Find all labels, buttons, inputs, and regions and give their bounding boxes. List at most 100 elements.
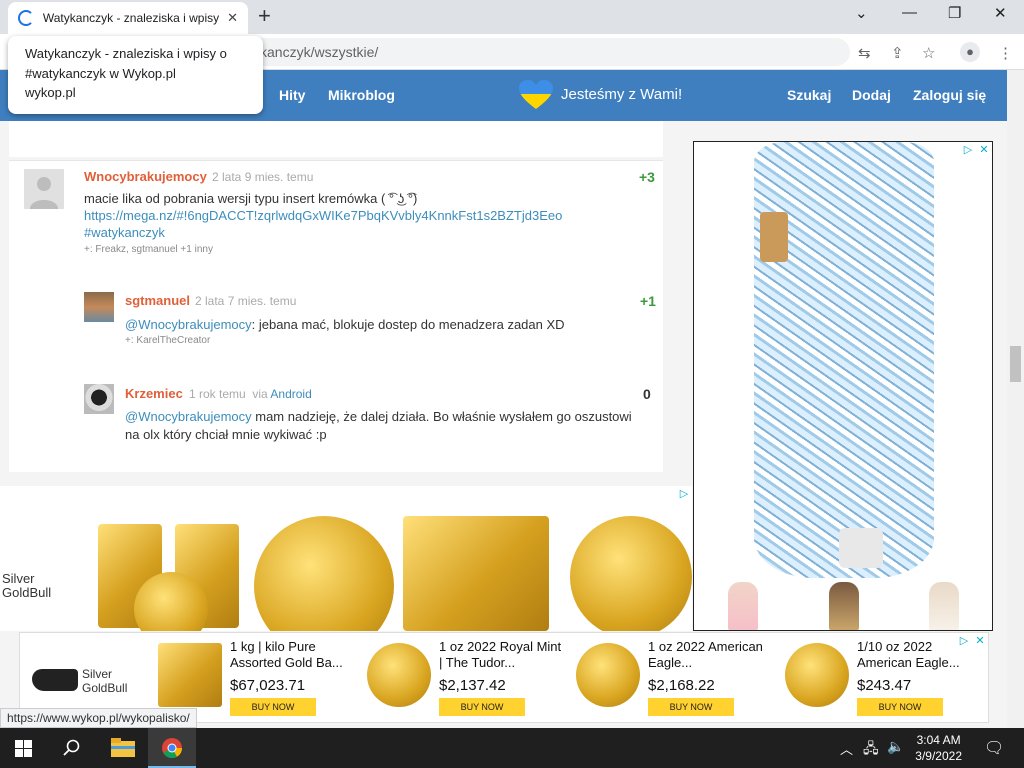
status-bar-url: https://www.wykop.pl/wykopalisko/	[0, 708, 197, 728]
comment-score[interactable]: +1	[640, 293, 656, 309]
product-price: $2,168.22	[648, 677, 715, 694]
nav-dodaj[interactable]: Dodaj	[852, 87, 891, 103]
scrollbar-thumb[interactable]	[1010, 346, 1021, 382]
new-tab-button[interactable]: +	[258, 5, 271, 27]
ad-product[interactable]: 1/10 oz 2022 American Eagle... $243.47 B…	[785, 639, 985, 719]
previous-entry-card	[9, 121, 663, 157]
silver-gold-bull-logo: Silver GoldBull	[2, 571, 52, 600]
buy-now-button[interactable]: BUY NOW	[857, 698, 943, 716]
product-price: $67,023.71	[230, 677, 306, 694]
notifications-icon[interactable]: 🗨	[984, 738, 1004, 758]
gold-banner-ad[interactable]: Silver GoldBull ▷	[0, 486, 692, 631]
minimize-button[interactable]: —	[902, 4, 917, 21]
hover-card-title: Watykanczyk - znaleziska i wpisy o #waty…	[25, 46, 227, 81]
browser-tab[interactable]: Watykanczyk - znaleziska i wpisy ✕	[8, 2, 248, 34]
search-icon[interactable]	[63, 739, 81, 757]
comment-voters[interactable]: +: KarelTheCreator	[125, 335, 210, 346]
comment-time[interactable]: 2 lata 7 mies. temu	[195, 294, 296, 308]
buy-now-button[interactable]: BUY NOW	[439, 698, 525, 716]
entry-card: Wnocybrakujemocy 2 lata 9 mies. temu +3 …	[9, 160, 663, 472]
windows-taskbar: ︿ 🖧 🔈 3:04 AM 3/9/2022 🗨	[0, 728, 1024, 768]
dress-side-ad[interactable]: ▷ ✕	[693, 141, 993, 631]
tab-title: Watykanczyk - znaleziska i wpisy	[42, 11, 220, 25]
comment-time[interactable]: 1 rok temu	[189, 387, 246, 401]
gold-bars-image	[158, 643, 222, 707]
menu-kebab-icon[interactable]: ⋮	[998, 44, 1013, 62]
ad-product[interactable]: 1 kg | kilo Pure Assorted Gold Ba... $67…	[158, 639, 358, 719]
translate-icon[interactable]: ⇆	[858, 44, 871, 62]
comment-text-line2: na olx który chciał mnie wykiwać :p	[125, 427, 327, 442]
adchoices-icon[interactable]: ▷	[958, 635, 970, 647]
tray-chevron-icon[interactable]: ︿	[840, 739, 853, 758]
entry-author[interactable]: Wnocybrakujemocy	[84, 169, 207, 184]
windows-start-icon[interactable]	[15, 740, 32, 757]
tab-strip: Watykanczyk - znaleziska i wpisy ✕ + ⌄ —…	[0, 0, 1024, 34]
tag-link[interactable]: #watykanczyk	[84, 224, 165, 241]
ad-product[interactable]: 1 oz 2022 American Eagle... $2,168.22 BU…	[576, 639, 776, 719]
via-label: via	[252, 387, 268, 401]
tab-hover-card: Watykanczyk - znaleziska i wpisy o #waty…	[8, 36, 263, 114]
model-thumbnail[interactable]	[929, 582, 959, 630]
comment-author[interactable]: sgtmanuel	[125, 293, 190, 308]
entry-score[interactable]: +3	[639, 169, 655, 185]
tab-search-chevron-icon[interactable]: ⌄	[855, 4, 868, 22]
network-icon[interactable]: 🖧	[863, 738, 879, 762]
taskbar-clock[interactable]: 3:04 AM 3/9/2022	[915, 732, 962, 764]
adchoices-icon[interactable]: ▷	[678, 488, 690, 500]
helvetia-gold-coin-image	[570, 516, 692, 631]
share-icon[interactable]: ⇪	[891, 44, 904, 62]
chrome-taskbar-button[interactable]	[148, 728, 196, 768]
nav-hity[interactable]: Hity	[279, 87, 305, 103]
hover-card-url: wykop.pl	[25, 85, 76, 100]
entry-text: macie lika od pobrania wersji typu inser…	[84, 191, 418, 206]
avatar[interactable]	[24, 169, 64, 209]
model-thumbnail[interactable]	[728, 582, 758, 630]
vertical-scrollbar[interactable]	[1007, 70, 1024, 728]
avatar[interactable]	[84, 384, 114, 414]
comment-text: mam nadzieję, że dalej działa. Bo właśni…	[251, 409, 632, 424]
restore-button[interactable]: ❐	[948, 4, 961, 22]
buy-now-button[interactable]: BUY NOW	[648, 698, 734, 716]
entry-time[interactable]: 2 lata 9 mies. temu	[212, 170, 313, 184]
buy-now-button[interactable]: BUY NOW	[230, 698, 316, 716]
loading-spinner-icon	[18, 10, 34, 26]
nav-mikroblog[interactable]: Mikroblog	[328, 87, 395, 103]
comment-text: : jebana mać, blokuje dostep do menadzer…	[251, 317, 565, 332]
via-android-link[interactable]: Android	[270, 387, 311, 401]
comment-score[interactable]: 0	[643, 386, 651, 402]
ad-close-icon[interactable]: ✕	[978, 144, 990, 156]
gold-coin-image	[576, 643, 640, 707]
comment-author[interactable]: Krzemiec	[125, 386, 183, 401]
product-price: $2,137.42	[439, 677, 506, 694]
silver-gold-bull-logo: Silver GoldBull	[82, 667, 128, 695]
file-explorer-icon[interactable]	[111, 738, 135, 758]
ad-product[interactable]: 1 oz 2022 Royal Mint | The Tudor... $2,1…	[367, 639, 567, 719]
adchoices-icon[interactable]: ▷	[962, 144, 974, 156]
gold-coin-image	[785, 643, 849, 707]
entry-voters[interactable]: +: Freakz, sgtmanuel +1 inny	[84, 244, 213, 255]
mention-link[interactable]: @Wnocybrakujemocy	[125, 409, 252, 424]
nav-szukaj[interactable]: Szukaj	[787, 87, 831, 103]
address-text: kanczyk/wszystkie/	[260, 44, 379, 60]
mention-link[interactable]: @Wnocybrakujemocy	[125, 317, 252, 332]
product-title: 1 oz 2022 American Eagle...	[648, 639, 763, 670]
close-window-button[interactable]: ✕	[994, 4, 1007, 22]
avatar[interactable]	[84, 292, 114, 322]
tab-close-icon[interactable]: ✕	[227, 10, 238, 26]
gold-coin-image	[367, 643, 431, 707]
clutch-bag-image	[760, 212, 788, 262]
default-avatar-icon	[24, 169, 64, 209]
model-thumbnail[interactable]	[829, 582, 859, 630]
product-title: 1 oz 2022 Royal Mint | The Tudor...	[439, 639, 562, 670]
product-price: $243.47	[857, 677, 912, 694]
bull-logo-icon	[32, 669, 78, 691]
maxi-skirt-image	[754, 142, 934, 578]
volume-icon[interactable]: 🔈	[887, 738, 904, 755]
nav-slogan: Jesteśmy z Wami!	[561, 86, 683, 103]
ad-close-icon[interactable]: ✕	[974, 635, 986, 647]
bookmark-star-icon[interactable]: ☆	[922, 44, 935, 62]
mega-link[interactable]: https://mega.nz/#!6ngDACCT!zqrlwdqGxWIKe…	[84, 207, 562, 224]
nav-zaloguj[interactable]: Zaloguj się	[913, 87, 986, 103]
profile-avatar-icon[interactable]: ●	[960, 42, 980, 62]
product-title: 1 kg | kilo Pure Assorted Gold Ba...	[230, 639, 343, 670]
